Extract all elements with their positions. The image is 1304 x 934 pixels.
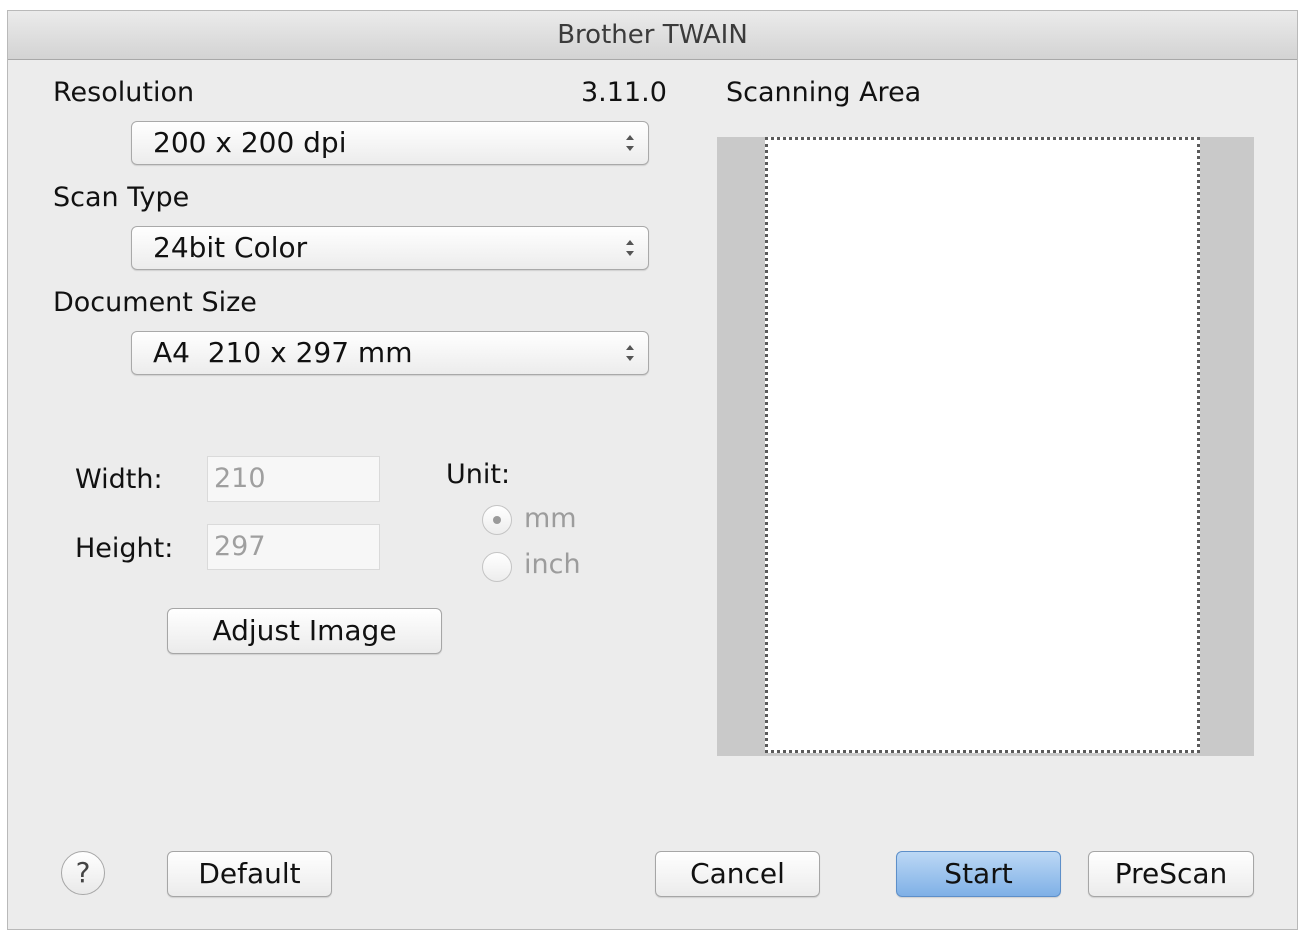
default-button[interactable]: Default bbox=[167, 851, 332, 897]
width-value: 210 bbox=[214, 463, 266, 494]
unit-inch-radio[interactable] bbox=[482, 552, 512, 582]
width-field[interactable]: 210 bbox=[207, 456, 380, 502]
unit-mm-label: mm bbox=[524, 503, 577, 534]
cancel-button[interactable]: Cancel bbox=[655, 851, 820, 897]
brother-twain-dialog: Brother TWAIN Resolution 3.11.0 200 x 20… bbox=[7, 10, 1298, 930]
document-size-value: A4 210 x 297 mm bbox=[153, 336, 413, 369]
updown-arrows-icon bbox=[626, 345, 634, 361]
help-button[interactable]: ? bbox=[61, 851, 105, 895]
document-size-select[interactable]: A4 210 x 297 mm bbox=[131, 331, 649, 375]
scanning-area-preview[interactable] bbox=[717, 137, 1254, 756]
unit-label: Unit: bbox=[446, 459, 511, 490]
height-field[interactable]: 297 bbox=[207, 524, 380, 570]
resolution-label: Resolution bbox=[53, 77, 195, 108]
scan-type-value: 24bit Color bbox=[153, 231, 308, 264]
start-button[interactable]: Start bbox=[896, 851, 1061, 897]
adjust-image-button[interactable]: Adjust Image bbox=[167, 608, 442, 654]
prescan-button[interactable]: PreScan bbox=[1088, 851, 1254, 897]
updown-arrows-icon bbox=[626, 135, 634, 151]
height-value: 297 bbox=[214, 531, 266, 562]
width-label: Width: bbox=[75, 464, 163, 495]
updown-arrows-icon bbox=[626, 240, 634, 256]
resolution-value: 200 x 200 dpi bbox=[153, 126, 347, 159]
unit-mm-radio[interactable] bbox=[482, 505, 512, 535]
scan-area-selection[interactable] bbox=[765, 137, 1200, 753]
window-title: Brother TWAIN bbox=[8, 11, 1297, 60]
height-label: Height: bbox=[75, 533, 174, 564]
scan-type-select[interactable]: 24bit Color bbox=[131, 226, 649, 270]
scan-type-label: Scan Type bbox=[53, 182, 190, 213]
document-size-label: Document Size bbox=[53, 287, 257, 318]
radio-selected-dot bbox=[493, 516, 501, 524]
version-label: 3.11.0 bbox=[581, 77, 667, 108]
unit-inch-label: inch bbox=[524, 549, 581, 580]
scanning-area-label: Scanning Area bbox=[726, 77, 922, 108]
resolution-select[interactable]: 200 x 200 dpi bbox=[131, 121, 649, 165]
